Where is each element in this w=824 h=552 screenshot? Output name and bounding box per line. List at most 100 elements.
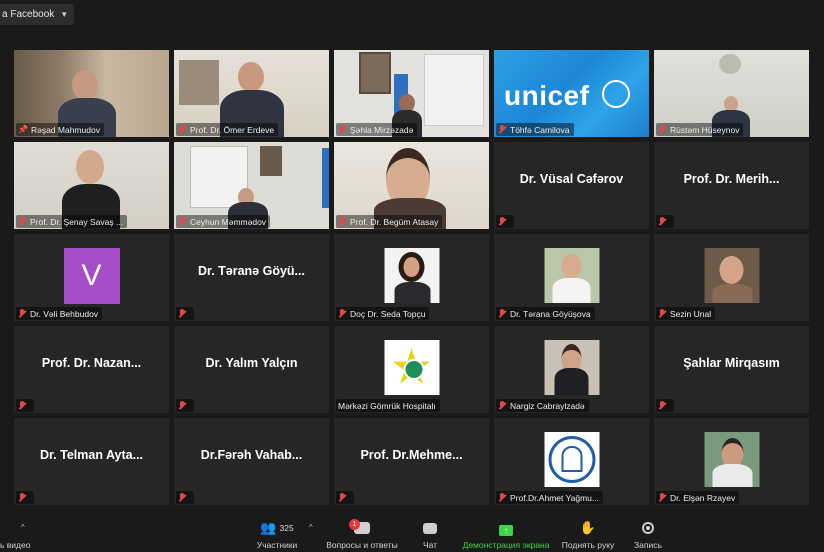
chevron-up-icon[interactable]: ^ — [309, 523, 313, 532]
muted-mic-icon — [658, 125, 666, 134]
participant-name-label: Mərkəzi Gömrük Hospitalı — [336, 399, 440, 412]
participant-tile[interactable]: unicef Töhfə Camilova — [494, 50, 649, 137]
muted-mic-icon — [658, 401, 666, 410]
participant-tile[interactable]: Şəhla Mirzəzadə — [334, 50, 489, 137]
hand-icon: ✋ — [579, 520, 597, 535]
chevron-down-icon: ▼ — [60, 10, 69, 19]
participant-name-label: Şəhla Mirzəzadə — [336, 123, 418, 136]
participant-name-label: Nargiz Cabraylzadə — [496, 399, 589, 412]
muted-mic-icon — [18, 401, 26, 410]
meeting-toolbar: ь видео ^ 👥 325 Участники ^ 1 Вопросы и … — [0, 509, 824, 550]
profile-photo — [704, 432, 759, 487]
participant-display-name: Dr. Vüsal Cəfərov — [519, 171, 624, 186]
participant-tile[interactable]: Ceyhun Məmmədov — [174, 142, 329, 229]
participant-tile[interactable]: Dr. Telman Ayta... — [14, 418, 169, 505]
participant-tile[interactable]: Doç Dr. Seda Topçu — [334, 234, 489, 321]
participant-name-label — [16, 491, 34, 504]
participant-display-name: Prof. Dr. Nazan... — [41, 355, 142, 370]
participant-tile[interactable]: Dr. Təranə Göyü... — [174, 234, 329, 321]
participant-name-label — [336, 491, 354, 504]
participant-name-label: Dr. Vəli Behbudov — [16, 307, 103, 320]
participant-tile[interactable]: Mərkəzi Gömrük Hospitalı — [334, 326, 489, 413]
participant-name-label — [496, 215, 514, 228]
participant-tile[interactable]: Prof. Dr.Mehme... — [334, 418, 489, 505]
participant-name-label: 📌 Rəşad Mahmudov — [16, 123, 104, 136]
muted-mic-icon — [178, 401, 186, 410]
participant-tile[interactable]: Prof. Dr. Merih... — [654, 142, 809, 229]
participants-button[interactable]: 👥 325 Участники — [248, 509, 306, 552]
share-screen-label: Демонстрация экрана — [462, 540, 550, 550]
profile-photo — [544, 248, 599, 303]
participant-tile[interactable]: 📌 Rəşad Mahmudov — [14, 50, 169, 137]
muted-mic-icon — [178, 309, 186, 318]
chat-button[interactable]: Чат — [418, 509, 442, 552]
participant-name-label: Prof.Dr.Ahmet Yağmu... — [496, 491, 603, 504]
participants-icon: 👥 — [260, 520, 277, 535]
raise-hand-label: Поднять руку — [561, 540, 615, 550]
participant-tile[interactable]: Dr. Yalım Yalçın — [174, 326, 329, 413]
muted-mic-icon — [18, 309, 26, 318]
participant-tile[interactable]: Şahlar Mirqasım — [654, 326, 809, 413]
participant-tile[interactable]: Prof. Dr. Nazan... — [14, 326, 169, 413]
participant-tile[interactable]: Dr. Vüsal Cəfərov — [494, 142, 649, 229]
video-toggle-button[interactable]: ь видео — [0, 509, 40, 552]
chat-label: Чат — [422, 540, 438, 550]
avatar: V — [63, 248, 120, 304]
muted-mic-icon — [178, 125, 186, 134]
raise-hand-button[interactable]: ✋ Поднять руку — [560, 509, 616, 552]
muted-mic-icon — [658, 309, 666, 318]
qa-button[interactable]: 1 Вопросы и ответы — [324, 509, 400, 552]
participant-tile[interactable]: Dr. Tərana Göyüşova — [494, 234, 649, 321]
participant-name-label — [176, 491, 194, 504]
participant-tile[interactable]: V Dr. Vəli Behbudov — [14, 234, 169, 321]
participant-tile[interactable]: Dr. Elşən Rzayev — [654, 418, 809, 505]
pin-icon: 📌 — [18, 125, 28, 134]
share-screen-icon: ↑ — [499, 525, 513, 536]
participant-tile[interactable]: Prof. Dr. Begüm Atasay — [334, 142, 489, 229]
record-label: Запись — [634, 540, 662, 550]
participant-name-label: Rüstəm Hüseynov — [656, 123, 744, 136]
share-screen-button[interactable]: ↑ Демонстрация экрана — [462, 509, 550, 552]
muted-mic-icon — [338, 125, 346, 134]
record-icon — [642, 522, 654, 534]
participant-name-label: Ceyhun Məmmədov — [176, 215, 271, 228]
participant-name-label: Dr. Tərana Göyüşova — [496, 307, 595, 320]
muted-mic-icon — [18, 493, 26, 502]
participant-display-name: Dr. Telman Ayta... — [39, 447, 144, 462]
participant-display-name: Dr. Yalım Yalçın — [205, 355, 298, 370]
participant-tile[interactable]: Nargiz Cabraylzadə — [494, 326, 649, 413]
participant-tile[interactable]: Sezin Unal — [654, 234, 809, 321]
participant-tile[interactable]: Prof. Dr. Şenay Savaş ... — [14, 142, 169, 229]
muted-mic-icon — [498, 217, 506, 226]
participant-tile[interactable]: Prof. Dr. Ömer Erdeve — [174, 50, 329, 137]
chevron-up-icon[interactable]: ^ — [21, 523, 25, 532]
muted-mic-icon — [338, 309, 346, 318]
live-stream-indicator[interactable]: a Facebook ▼ — [0, 4, 75, 25]
participant-tile[interactable]: Rüstəm Hüseynov — [654, 50, 809, 137]
participant-name-label: Prof. Dr. Ömer Erdeve — [176, 123, 279, 136]
muted-mic-icon — [178, 217, 186, 226]
participant-tile[interactable]: Dr.Fərəh Vahab... — [174, 418, 329, 505]
participant-tile[interactable]: Prof.Dr.Ahmet Yağmu... — [494, 418, 649, 505]
participant-name-label — [16, 399, 34, 412]
muted-mic-icon — [498, 401, 506, 410]
record-button[interactable]: Запись — [632, 509, 664, 552]
meeting-top-bar: a Facebook ▼ — [0, 0, 824, 30]
qa-label: Вопросы и ответы — [326, 540, 398, 550]
profile-photo — [544, 340, 599, 395]
participant-name-label — [176, 307, 194, 320]
participant-display-name: Dr. Təranə Göyü... — [198, 263, 305, 278]
participant-name-label — [656, 399, 674, 412]
participant-name-label: Doç Dr. Seda Topçu — [336, 307, 430, 320]
video-label: ь видео — [0, 540, 31, 550]
participants-count: 325 — [279, 523, 294, 533]
participant-display-name: Prof. Dr. Merih... — [683, 171, 780, 186]
hospital-emblem — [384, 340, 439, 395]
globe-icon — [602, 80, 630, 108]
muted-mic-icon — [178, 493, 186, 502]
participant-display-name: Şahlar Mirqasım — [683, 355, 780, 370]
participant-name-label: Töhfə Camilova — [496, 123, 574, 136]
participant-display-name: Prof. Dr.Mehme... — [360, 447, 463, 462]
notification-badge: 1 — [349, 519, 360, 530]
muted-mic-icon — [338, 217, 346, 226]
